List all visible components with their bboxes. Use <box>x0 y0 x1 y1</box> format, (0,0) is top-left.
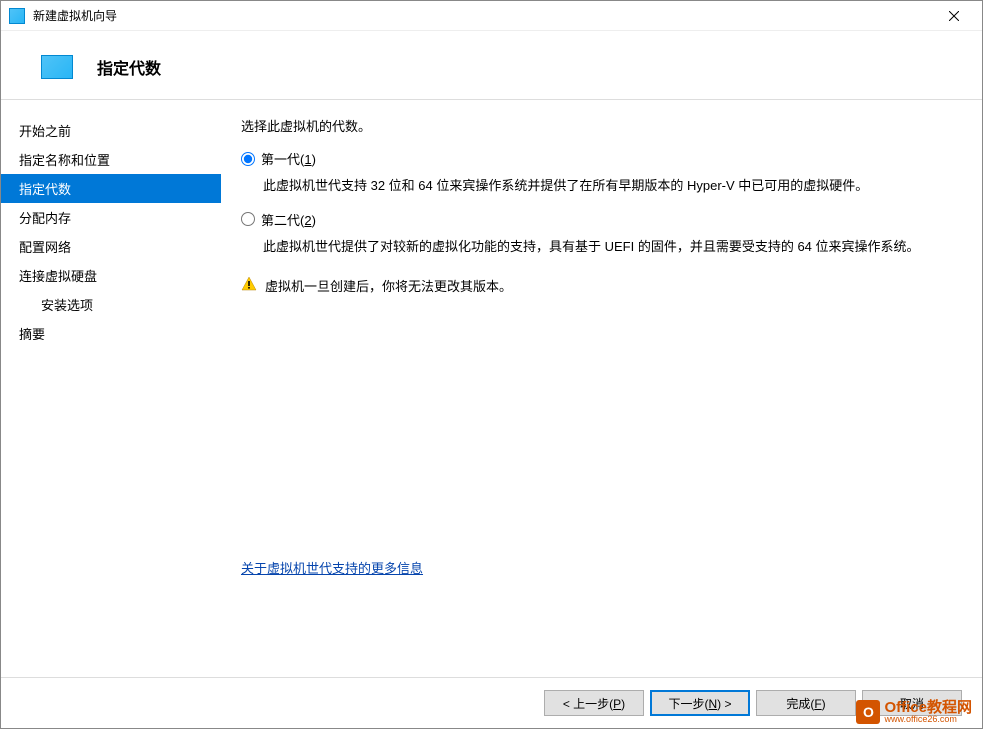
gen2-description: 此虚拟机世代提供了对较新的虚拟化功能的支持，具有基于 UEFI 的固件，并且需要… <box>263 237 958 257</box>
sidebar-item-0[interactable]: 开始之前 <box>1 116 221 145</box>
gen1-label: 第一代(1) <box>261 149 316 168</box>
more-info-link[interactable]: 关于虚拟机世代支持的更多信息 <box>241 561 423 576</box>
gen2-label: 第二代(2) <box>261 210 316 229</box>
warning-icon <box>241 276 257 292</box>
wizard-icon <box>41 55 73 79</box>
sidebar-item-7[interactable]: 摘要 <box>1 319 221 348</box>
prompt-text: 选择此虚拟机的代数。 <box>241 116 958 135</box>
previous-button[interactable]: < 上一步(P) <box>544 690 644 716</box>
gen2-radio-row[interactable]: 第二代(2) <box>241 210 958 229</box>
close-button[interactable] <box>934 2 974 30</box>
next-button[interactable]: 下一步(N) > <box>650 690 750 716</box>
sidebar-item-5[interactable]: 连接虚拟硬盘 <box>1 261 221 290</box>
sidebar-item-3[interactable]: 分配内存 <box>1 203 221 232</box>
titlebar: 新建虚拟机向导 <box>1 1 982 31</box>
warning-row: 虚拟机一旦创建后，你将无法更改其版本。 <box>241 276 958 295</box>
wizard-window: 新建虚拟机向导 指定代数 开始之前指定名称和位置指定代数分配内存配置网络连接虚拟… <box>0 0 983 729</box>
page-title: 指定代数 <box>97 55 161 79</box>
gen1-radio-row[interactable]: 第一代(1) <box>241 149 958 168</box>
gen2-radio[interactable] <box>241 212 255 226</box>
gen1-radio[interactable] <box>241 152 255 166</box>
header-band: 指定代数 <box>1 31 982 99</box>
close-icon <box>949 11 959 21</box>
sidebar-item-1[interactable]: 指定名称和位置 <box>1 145 221 174</box>
sidebar-item-6[interactable]: 安装选项 <box>1 290 221 319</box>
link-area: 关于虚拟机世代支持的更多信息 <box>241 558 958 577</box>
wizard-content: 选择此虚拟机的代数。 第一代(1) 此虚拟机世代支持 32 位和 64 位来宾操… <box>221 100 982 677</box>
finish-button[interactable]: 完成(F) <box>756 690 856 716</box>
app-icon <box>9 8 25 24</box>
warning-text: 虚拟机一旦创建后，你将无法更改其版本。 <box>265 276 512 295</box>
gen1-description: 此虚拟机世代支持 32 位和 64 位来宾操作系统并提供了在所有早期版本的 Hy… <box>263 176 958 196</box>
cancel-button[interactable]: 取消 <box>862 690 962 716</box>
wizard-body: 开始之前指定名称和位置指定代数分配内存配置网络连接虚拟硬盘安装选项摘要 选择此虚… <box>1 100 982 677</box>
watermark-url: www.office26.com <box>884 715 972 724</box>
sidebar-item-2[interactable]: 指定代数 <box>1 174 221 203</box>
sidebar-item-4[interactable]: 配置网络 <box>1 232 221 261</box>
window-title: 新建虚拟机向导 <box>33 7 934 24</box>
wizard-footer: < 上一步(P) 下一步(N) > 完成(F) 取消 O Office教程网 w… <box>1 677 982 728</box>
wizard-sidebar: 开始之前指定名称和位置指定代数分配内存配置网络连接虚拟硬盘安装选项摘要 <box>1 100 221 677</box>
